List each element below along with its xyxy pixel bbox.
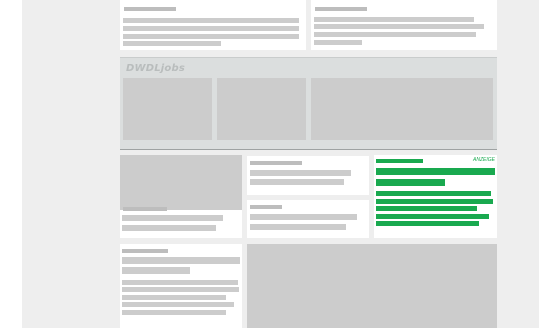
card-heading-placeholder (315, 7, 367, 11)
text-line-placeholder (123, 34, 299, 39)
featured-line (376, 168, 495, 175)
article-image-placeholder (120, 155, 242, 210)
text-line-placeholder (314, 40, 362, 45)
teaser-card[interactable] (247, 156, 369, 195)
card-heading-placeholder (250, 161, 302, 165)
featured-line (376, 199, 493, 204)
text-line-placeholder (314, 32, 476, 37)
text-line-placeholder (122, 302, 234, 307)
article-card[interactable] (120, 155, 242, 238)
text-line-placeholder (250, 214, 357, 220)
job-thumbnail[interactable] (217, 78, 306, 140)
job-thumbnail-wide[interactable] (311, 78, 493, 140)
text-line-placeholder (122, 215, 223, 221)
text-line-placeholder (250, 179, 344, 185)
text-line-placeholder (122, 267, 190, 274)
text-line-placeholder (123, 26, 299, 31)
jobs-brand-logo[interactable]: DWDLjobs (126, 63, 185, 74)
featured-line (376, 191, 491, 196)
text-line-placeholder (122, 225, 216, 231)
bottom-text-card[interactable] (120, 244, 242, 328)
featured-line (376, 221, 479, 226)
text-line-placeholder (123, 18, 299, 23)
text-line-placeholder (250, 224, 346, 230)
card-heading-placeholder (123, 207, 167, 211)
card-heading-placeholder (124, 7, 176, 11)
top-left-card[interactable] (120, 0, 306, 50)
featured-line (376, 206, 477, 211)
large-media-placeholder[interactable] (247, 244, 497, 328)
text-line-placeholder (122, 257, 240, 264)
text-line-placeholder (122, 280, 238, 285)
featured-line (376, 214, 489, 219)
job-thumbnail[interactable] (123, 78, 212, 140)
featured-heading-placeholder (376, 159, 423, 163)
jobs-section: DWDLjobs (120, 57, 497, 150)
text-line-placeholder (314, 24, 484, 29)
text-line-placeholder (122, 295, 226, 300)
text-line-placeholder (250, 170, 351, 176)
featured-green-panel[interactable]: ANZEIGE (374, 155, 497, 238)
text-line-placeholder (314, 17, 474, 22)
card-heading-placeholder (250, 205, 282, 209)
top-right-card[interactable] (311, 0, 497, 50)
card-heading-placeholder (122, 249, 168, 253)
text-line-placeholder (122, 287, 239, 292)
teaser-card[interactable] (247, 200, 369, 238)
text-line-placeholder (123, 41, 221, 46)
text-line-placeholder (122, 310, 226, 315)
featured-tag: ANZEIGE (473, 157, 495, 163)
featured-line (376, 179, 445, 186)
